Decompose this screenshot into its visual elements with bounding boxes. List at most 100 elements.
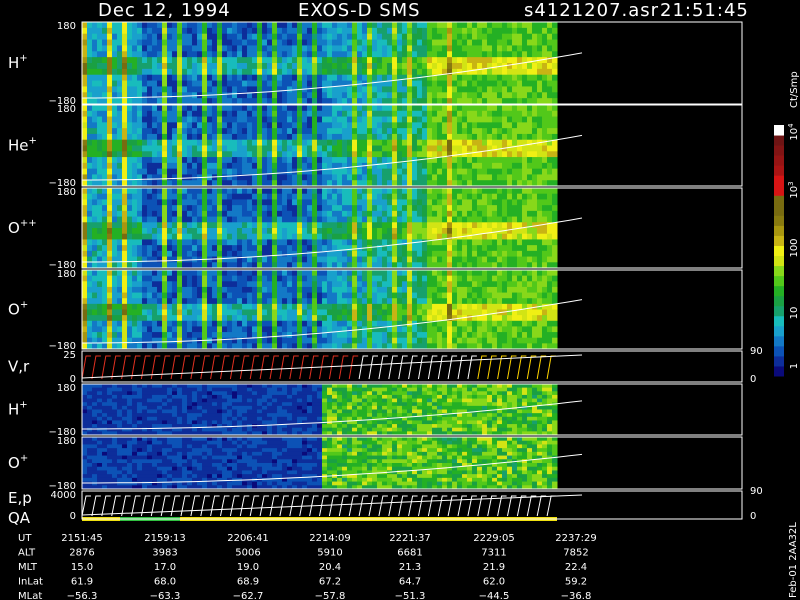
heatmap-cell xyxy=(412,162,418,170)
heatmap-cell xyxy=(262,188,268,195)
heatmap-cell xyxy=(417,39,423,46)
heatmap-cell xyxy=(192,188,198,195)
heatmap-cell xyxy=(107,145,113,152)
heatmap-cell xyxy=(237,168,243,175)
heatmap-cell xyxy=(302,145,308,152)
heatmap-cell xyxy=(242,116,248,123)
heatmap-cell xyxy=(122,80,128,87)
heatmap-cell xyxy=(507,145,513,152)
heatmap-cell xyxy=(157,315,163,322)
heatmap-cell xyxy=(297,51,303,58)
heatmap-cell xyxy=(427,275,433,282)
heatmap-cell xyxy=(147,250,153,258)
heatmap-cell xyxy=(212,33,218,41)
heatmap-cell xyxy=(112,110,118,118)
heatmap-cell xyxy=(222,286,228,294)
heatmap-cell xyxy=(332,222,338,229)
heatmap-cell xyxy=(462,210,468,218)
heatmap-cell xyxy=(332,309,338,316)
heatmap-cell xyxy=(167,174,173,181)
heatmap-cell xyxy=(212,74,218,82)
heatmap-cell xyxy=(102,205,108,212)
heatmap-cell xyxy=(187,245,193,252)
heatmap-cell xyxy=(532,245,538,252)
heatmap-cell xyxy=(442,168,448,175)
heatmap-cell xyxy=(517,151,523,158)
heatmap-cell xyxy=(512,162,518,170)
heatmap-cell xyxy=(197,51,203,58)
heatmap-cell xyxy=(387,57,393,64)
heatmap-cell xyxy=(432,105,438,112)
heatmap-cell xyxy=(177,139,183,146)
heatmap-cell xyxy=(292,337,298,344)
heatmap-cell xyxy=(122,233,128,240)
heatmap-cell xyxy=(132,63,138,70)
heatmap-cell xyxy=(277,63,283,70)
heatmap-cell xyxy=(92,193,98,200)
heatmap-cell xyxy=(547,133,553,141)
heatmap-cell xyxy=(117,80,123,87)
heatmap-cell xyxy=(322,188,328,195)
heatmap-cell xyxy=(157,193,163,200)
header-instrument: EXOS-D SMS xyxy=(298,0,421,21)
heatmap-cell xyxy=(377,105,383,112)
heatmap-cell xyxy=(332,315,338,322)
heatmap-cell xyxy=(282,256,288,263)
heatmap-cell xyxy=(182,157,188,164)
heatmap-cell xyxy=(112,298,118,305)
heatmap-cell xyxy=(492,86,498,93)
heatmap-cell xyxy=(142,292,148,299)
heatmap-cell xyxy=(377,68,383,76)
heatmap-cell xyxy=(152,105,158,112)
heatmap-cell xyxy=(382,63,388,70)
heatmap-cell xyxy=(412,275,418,282)
heatmap-cell xyxy=(102,281,108,288)
heatmap-cell xyxy=(247,216,253,223)
heatmap-cell xyxy=(177,298,183,305)
heatmap-cell xyxy=(157,74,163,82)
heatmap-cell xyxy=(422,145,428,152)
heatmap-cell xyxy=(167,133,173,141)
heatmap-cell xyxy=(517,193,523,200)
heatmap-cell xyxy=(182,303,188,310)
heatmap-cell xyxy=(287,216,293,223)
heatmap-cell xyxy=(187,199,193,206)
heatmap-cell xyxy=(92,110,98,118)
heatmap-cell xyxy=(287,199,293,206)
heatmap-cell xyxy=(92,286,98,294)
heatmap-cell xyxy=(507,80,513,87)
heatmap-cell xyxy=(337,250,343,258)
heatmap-cell xyxy=(462,228,468,235)
heatmap-cell xyxy=(342,222,348,229)
heatmap-cell xyxy=(392,162,398,170)
heatmap-cell xyxy=(192,133,198,141)
heatmap-cell xyxy=(117,332,123,339)
heatmap-cell xyxy=(532,162,538,170)
heatmap-cell xyxy=(262,326,268,333)
heatmap-cell xyxy=(287,39,293,46)
heatmap-cell xyxy=(407,303,413,310)
heatmap-cell xyxy=(202,45,208,52)
heatmap-cell xyxy=(122,110,128,118)
heatmap-cell xyxy=(492,122,498,129)
heatmap-cell xyxy=(527,256,533,263)
heatmap-cell xyxy=(312,233,318,240)
heatmap-cell xyxy=(457,256,463,263)
heatmap-cell xyxy=(542,168,548,175)
heatmap-cell xyxy=(92,332,98,339)
heatmap-cell xyxy=(287,292,293,299)
heatmap-cell xyxy=(287,193,293,200)
heatmap-cell xyxy=(87,216,93,223)
heatmap-cell xyxy=(187,151,193,158)
heatmap-cell xyxy=(122,309,128,316)
heatmap-cell xyxy=(117,68,123,76)
heatmap-cell xyxy=(142,39,148,46)
heatmap-cell xyxy=(202,320,208,327)
heatmap-cell xyxy=(147,174,153,181)
heatmap-cell xyxy=(182,27,188,35)
heatmap-cell xyxy=(242,105,248,112)
heatmap-cell xyxy=(212,281,218,288)
heatmap-cell xyxy=(387,298,393,305)
heatmap-cell xyxy=(397,27,403,35)
heatmap-cell xyxy=(532,256,538,263)
